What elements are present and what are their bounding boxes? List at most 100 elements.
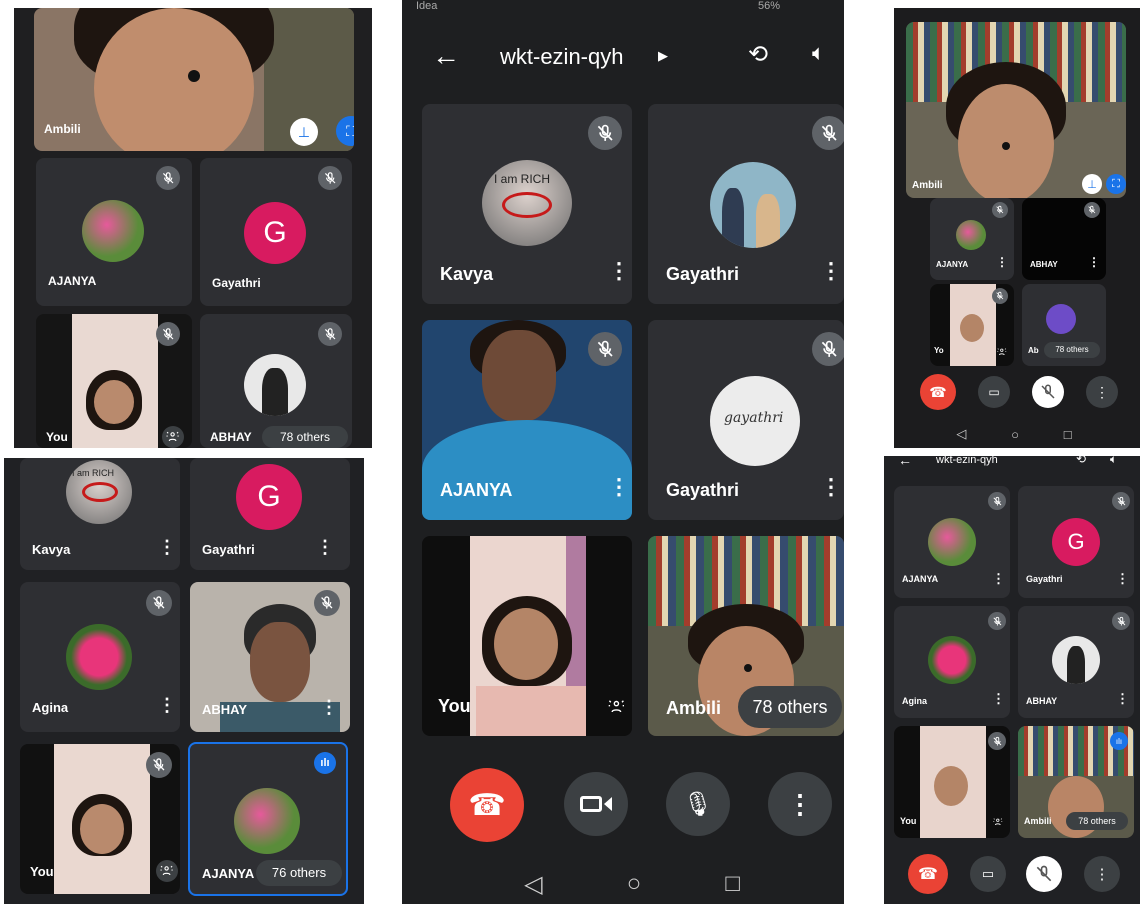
more-vert-icon[interactable]: ⋮: [768, 772, 832, 836]
more-vert-icon[interactable]: ⋮: [992, 572, 1005, 585]
pinned-video-tile[interactable]: Ambili ⊥ ⛶: [906, 22, 1126, 198]
nav-home-icon[interactable]: ○: [1011, 427, 1019, 442]
tile-you[interactable]: You: [894, 726, 1010, 838]
tile-you[interactable]: Yo: [930, 284, 1014, 366]
camera-icon[interactable]: ▭: [970, 856, 1006, 892]
end-call-icon[interactable]: ☎: [920, 374, 956, 410]
captions-icon[interactable]: [994, 344, 1010, 360]
meeting-code[interactable]: wkt-ezin-qyh: [500, 44, 623, 70]
tile-abhay[interactable]: ABHAY 78 others: [200, 314, 352, 448]
participant-face: [94, 380, 134, 424]
camera-switch-icon[interactable]: ⟲: [748, 40, 768, 69]
tile-ajanya[interactable]: AJANYA: [36, 158, 192, 306]
more-vert-icon[interactable]: ⋮: [992, 692, 1005, 705]
tile-kavya[interactable]: I am RICH Kavya ⋮: [422, 104, 632, 304]
tile-ajanya[interactable]: AJANYA ⋮: [930, 198, 1014, 280]
more-vert-icon[interactable]: ⋮: [158, 696, 176, 714]
more-vert-icon[interactable]: ⋮: [1116, 572, 1129, 585]
mic-off-icon: [156, 322, 180, 346]
gayathri-art-avatar: gayathri: [710, 376, 800, 466]
tile-gayathri[interactable]: Gayathri ⋮: [648, 104, 844, 304]
end-call-icon[interactable]: ☎: [908, 854, 948, 894]
tile-agina[interactable]: Agina ⋮: [20, 582, 180, 732]
tile-ajanya-active-speaker[interactable]: ılı AJANYA 76 others: [188, 742, 348, 896]
nav-home-icon[interactable]: ○: [627, 870, 642, 898]
others-badge[interactable]: 76 others: [256, 860, 342, 886]
tile-ambili[interactable]: ılı Ambili 78 others: [1018, 726, 1134, 838]
more-vert-icon[interactable]: ⋮: [1086, 376, 1118, 408]
meet-screen-main: Idea 56% ← wkt-ezin-qyh ▶ ⟲ 🔈︎ I am RICH…: [402, 0, 844, 904]
others-badge[interactable]: 78 others: [738, 686, 842, 728]
tile-you[interactable]: You: [20, 744, 180, 894]
mic-off-icon: [318, 166, 342, 190]
bindi: [1002, 142, 1010, 150]
mic-off-icon: [1084, 202, 1100, 218]
arrow-left-icon[interactable]: ←: [898, 456, 912, 468]
more-vert-icon[interactable]: ⋮: [316, 538, 334, 556]
nav-back-icon[interactable]: ◁: [956, 426, 966, 442]
nav-recents-icon[interactable]: □: [1064, 427, 1072, 442]
mic-off-icon: [588, 116, 622, 150]
tile-gayathri[interactable]: G Gayathri ⋮: [1018, 486, 1134, 598]
mic-icon[interactable]: 🎙︎: [666, 772, 730, 836]
captions-icon[interactable]: [602, 692, 630, 720]
more-vert-icon[interactable]: ⋮: [1084, 856, 1120, 892]
tile-ajanya[interactable]: AJANYA ⋮: [422, 320, 632, 520]
speaker-icon[interactable]: 🔈︎: [1110, 456, 1117, 467]
mic-off-icon[interactable]: [1032, 376, 1064, 408]
more-vert-icon[interactable]: ⋮: [1088, 256, 1100, 268]
camera-switch-icon[interactable]: ⟲: [1076, 456, 1086, 466]
others-badge[interactable]: 78 others: [1066, 812, 1128, 830]
more-vert-icon[interactable]: ⋮: [820, 260, 842, 282]
nav-recents-icon[interactable]: □: [725, 870, 740, 898]
bindi: [188, 70, 200, 82]
captions-icon[interactable]: [162, 426, 184, 448]
more-vert-icon[interactable]: ⋮: [608, 260, 630, 282]
pin-icon[interactable]: ⊥: [290, 118, 318, 146]
participant-name: Ab: [1028, 346, 1039, 355]
fullscreen-icon[interactable]: ⛶: [1106, 174, 1126, 194]
participant-name: Ambili: [44, 122, 81, 136]
mic-off-icon[interactable]: [1026, 856, 1062, 892]
tile-you[interactable]: You: [422, 536, 632, 736]
captions-icon[interactable]: [156, 860, 178, 882]
tile-you[interactable]: You: [36, 314, 192, 448]
others-badge[interactable]: 78 others: [1044, 342, 1100, 358]
more-vert-icon[interactable]: ⋮: [158, 538, 176, 556]
participant-name: AJANYA: [202, 866, 255, 881]
pin-icon[interactable]: ⊥: [1082, 174, 1102, 194]
tile-abhay[interactable]: ABHAY ⋮: [1022, 198, 1106, 280]
others-badge[interactable]: 78 others: [262, 426, 348, 448]
more-vert-icon[interactable]: ⋮: [820, 476, 842, 498]
participant-name: You: [30, 864, 54, 879]
tile-ajanya[interactable]: AJANYA ⋮: [894, 486, 1010, 598]
meet-screen-3: Ambili ⊥ ⛶ AJANYA ⋮ ABHAY ⋮ Yo Ab 78 oth…: [894, 8, 1140, 448]
camera-icon[interactable]: ▭: [978, 376, 1010, 408]
more-vert-icon[interactable]: ⋮: [996, 256, 1008, 268]
tile-abhay[interactable]: ABHAY ⋮: [190, 582, 350, 732]
pinned-video-tile[interactable]: Ambili ⊥ ⛶: [34, 8, 354, 151]
participant-name: AJANYA: [936, 260, 969, 269]
nav-back-icon[interactable]: ◁: [524, 870, 542, 899]
tile-gayathri-2[interactable]: gayathri Gayathri ⋮: [648, 320, 844, 520]
tile-agina[interactable]: Agina ⋮: [894, 606, 1010, 718]
captions-icon[interactable]: [990, 814, 1006, 830]
more-vert-icon[interactable]: ⋮: [1116, 692, 1129, 705]
speaker-icon[interactable]: 🔈︎: [812, 40, 825, 66]
end-call-icon[interactable]: ☎: [450, 768, 524, 842]
arrow-left-icon[interactable]: ←: [432, 40, 460, 72]
participant-face: [494, 608, 558, 680]
tile-abhay[interactable]: ABHAY ⋮: [1018, 606, 1134, 718]
camera-icon[interactable]: [564, 772, 628, 836]
meeting-code[interactable]: wkt-ezin-qyh: [936, 456, 998, 466]
tile-ambili[interactable]: Ambili 78 others: [648, 536, 844, 736]
tile-abhay-others[interactable]: Ab 78 others: [1022, 284, 1106, 366]
more-vert-icon[interactable]: ⋮: [608, 476, 630, 498]
participant-name: AJANYA: [902, 574, 939, 584]
participant-name: Ambili: [912, 180, 943, 191]
tile-kavya[interactable]: I am RICH Kavya ⋮: [20, 458, 180, 570]
more-vert-icon[interactable]: ⋮: [320, 698, 338, 716]
tile-gayathri[interactable]: G Gayathri ⋮: [190, 458, 350, 570]
tile-gayathri[interactable]: G Gayathri: [200, 158, 352, 306]
caret-right-icon[interactable]: ▶: [658, 48, 668, 64]
